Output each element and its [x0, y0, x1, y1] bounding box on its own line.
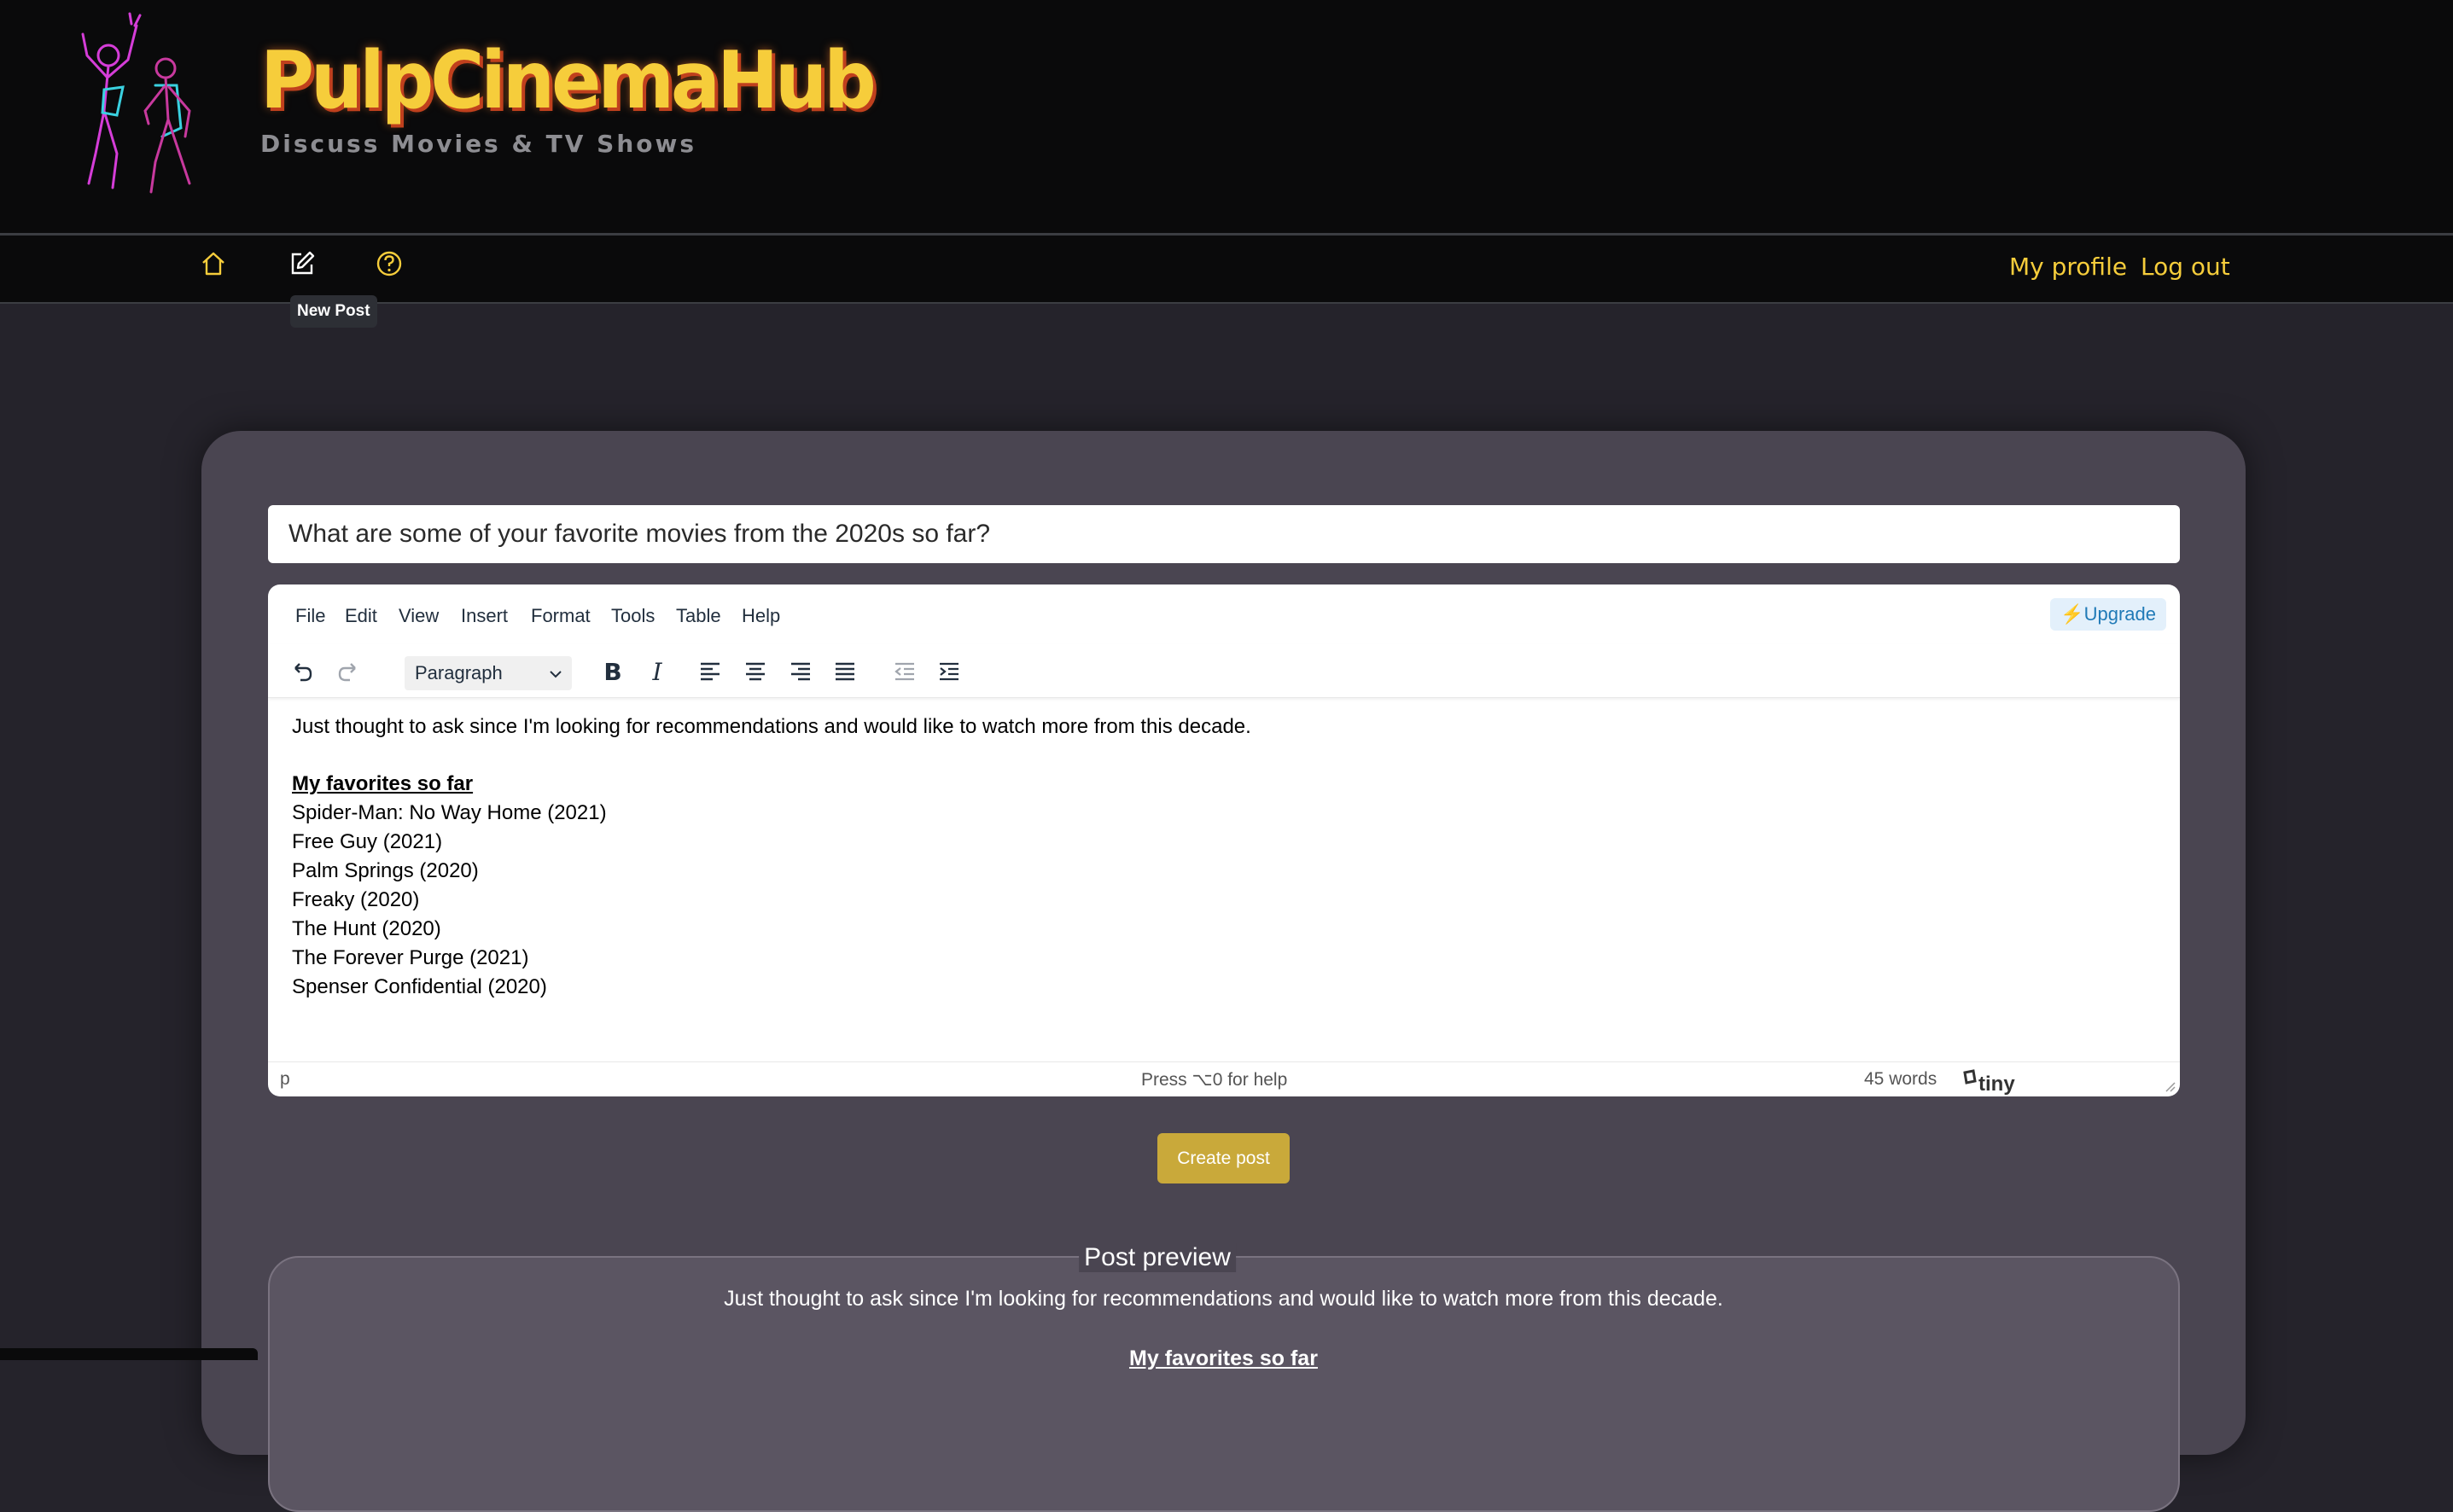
upgrade-button[interactable]: ⚡Upgrade — [2050, 598, 2166, 631]
bottom-overlay-tab — [0, 1348, 258, 1360]
resize-handle-icon[interactable] — [2165, 1081, 2176, 1093]
help-hint: Press ⌥0 for help — [1141, 1070, 1288, 1090]
nav-bar: My profile Log out — [0, 236, 2453, 304]
align-center-icon[interactable] — [738, 654, 772, 689]
site-header: PulpCinemaHub Discuss Movies & TV Shows — [0, 0, 2453, 236]
list-item: Palm Springs (2020) — [292, 859, 479, 882]
log-out-link[interactable]: Log out — [2141, 253, 2230, 281]
list-item: The Hunt (2020) — [292, 917, 441, 940]
bold-icon[interactable]: B — [596, 654, 630, 689]
create-post-button[interactable]: Create post — [1157, 1133, 1290, 1183]
redo-icon[interactable] — [331, 654, 365, 689]
editor-statusbar: p Press ⌥0 for help 45 words tiny — [268, 1061, 2180, 1096]
help-icon[interactable] — [375, 249, 404, 278]
dancers-logo-icon[interactable] — [70, 9, 207, 205]
menu-format[interactable]: Format — [531, 605, 591, 627]
list-item: Free Guy (2021) — [292, 830, 443, 853]
tiny-icon — [1963, 1069, 1977, 1085]
outdent-icon[interactable] — [888, 654, 922, 689]
post-preview-content: Just thought to ask since I'm looking fo… — [201, 1284, 2246, 1373]
preview-intro-text: Just thought to ask since I'm looking fo… — [724, 1287, 1723, 1311]
editor-content[interactable]: Just thought to ask since I'm looking fo… — [292, 712, 2153, 1054]
edit-icon[interactable] — [288, 249, 317, 278]
post-intro-text: Just thought to ask since I'm looking fo… — [292, 715, 1251, 738]
menu-edit[interactable]: Edit — [345, 605, 377, 627]
list-item: Spenser Confidential (2020) — [292, 975, 547, 998]
post-title-input[interactable] — [268, 505, 2180, 563]
menu-tools[interactable]: Tools — [611, 605, 655, 627]
menu-help[interactable]: Help — [742, 605, 780, 627]
brand-subtitle: Discuss Movies & TV Shows — [260, 130, 697, 158]
undo-icon[interactable] — [285, 654, 319, 689]
list-item: Spider-Man: No Way Home (2021) — [292, 801, 607, 824]
my-profile-link[interactable]: My profile — [2009, 253, 2127, 281]
rich-text-editor: File Edit View Insert Format Tools Table… — [268, 584, 2180, 1096]
menu-table[interactable]: Table — [676, 605, 721, 627]
editor-menubar: File Edit View Insert Format Tools Table… — [268, 584, 2180, 644]
block-format-select[interactable]: Paragraph — [405, 656, 572, 690]
chevron-down-icon — [550, 671, 562, 678]
editor-toolbar: Paragraph B I — [268, 644, 2180, 698]
new-post-tooltip: New Post — [290, 295, 377, 328]
list-item: The Forever Purge (2021) — [292, 946, 529, 969]
word-count[interactable]: 45 words — [1864, 1069, 1937, 1090]
brand: PulpCinemaHub Discuss Movies & TV Shows — [260, 41, 877, 158]
indent-icon[interactable] — [932, 654, 966, 689]
tiny-logo[interactable]: tiny — [1961, 1066, 2015, 1096]
block-format-value: Paragraph — [415, 662, 503, 683]
align-justify-icon[interactable] — [828, 654, 862, 689]
post-preview-legend: Post preview — [1079, 1243, 1236, 1272]
home-icon[interactable] — [199, 249, 228, 278]
new-post-card: File Edit View Insert Format Tools Table… — [201, 431, 2246, 1512]
italic-icon[interactable]: I — [640, 654, 674, 689]
menu-view[interactable]: View — [399, 605, 439, 627]
favorites-heading: My favorites so far — [292, 772, 474, 795]
element-path[interactable]: p — [280, 1069, 290, 1090]
list-item: Freaky (2020) — [292, 888, 420, 911]
preview-heading: My favorites so far — [1129, 1346, 1318, 1370]
align-right-icon[interactable] — [784, 654, 818, 689]
tiny-label: tiny — [1978, 1073, 2015, 1096]
menu-insert[interactable]: Insert — [461, 605, 508, 627]
brand-title[interactable]: PulpCinemaHub — [260, 41, 877, 120]
align-left-icon[interactable] — [693, 654, 727, 689]
menu-file[interactable]: File — [295, 605, 325, 627]
